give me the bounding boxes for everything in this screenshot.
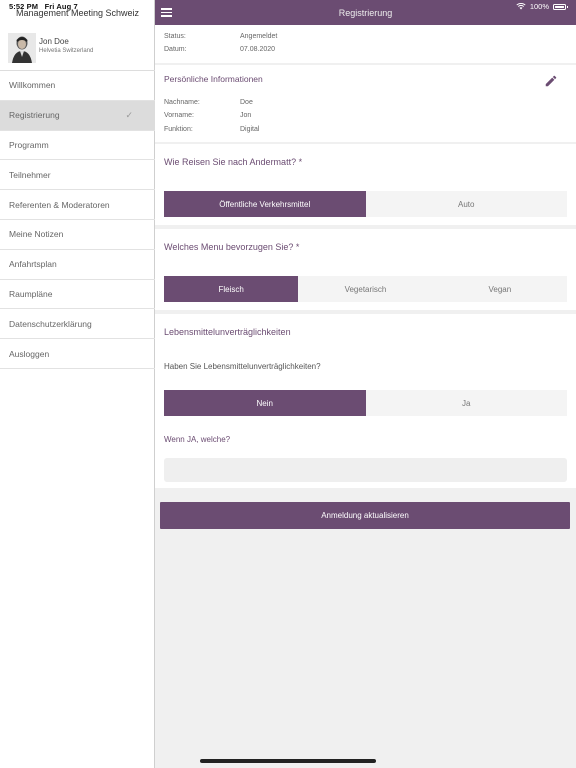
status-label: Status: <box>164 33 186 40</box>
avatar <box>8 33 36 63</box>
allergies-details-input[interactable] <box>164 458 567 482</box>
allergies-followup-label: Wenn JA, welche? <box>164 435 231 444</box>
personal-info-title: Persönliche Informationen <box>164 74 263 84</box>
battery-icon <box>553 3 568 10</box>
status-bar: 5:52 PM Fri Aug 7 100% <box>0 0 576 12</box>
main-content: Status: Angemeldet Datum: 07.08.2020 Per… <box>155 25 576 768</box>
update-registration-button[interactable]: Anmeldung aktualisieren <box>160 502 570 529</box>
menu-question: Welches Menu bevorzugen Sie? * <box>164 242 300 252</box>
travel-card: Wie Reisen Sie nach Andermatt? * Öffentl… <box>155 144 576 225</box>
sidebar-item-willkommen[interactable]: Willkommen <box>0 71 155 101</box>
firstname-label: Vorname: <box>164 112 194 119</box>
lastname-value: Doe <box>240 99 253 106</box>
sidebar-item-programm[interactable]: Programm <box>0 131 155 161</box>
sidebar-item-datenschutz[interactable]: Datenschutzerklärung <box>0 309 155 340</box>
wifi-icon <box>516 3 526 10</box>
menu-card: Welches Menu bevorzugen Sie? * Fleisch V… <box>155 229 576 310</box>
sidebar: Management Meeting Schweiz Jon Doe Helve… <box>0 0 155 768</box>
sidebar-item-teilnehmer[interactable]: Teilnehmer <box>0 160 155 191</box>
allergies-card: Lebensmittelunverträglichkeiten Haben Si… <box>155 314 576 488</box>
edit-pencil-icon[interactable] <box>544 74 558 88</box>
sidebar-item-referenten[interactable]: Referenten & Moderatoren <box>0 190 155 220</box>
profile-organization: Helvetia Switzerland <box>39 48 94 54</box>
travel-question: Wie Reisen Sie nach Andermatt? * <box>164 157 303 167</box>
profile[interactable]: Jon Doe Helvetia Switzerland <box>0 27 155 71</box>
sidebar-item-registrierung[interactable]: Registrierung ✓ <box>0 100 155 131</box>
status-time: 5:52 PM Fri Aug 7 <box>9 2 78 11</box>
function-value: Digital <box>240 126 260 133</box>
sidebar-item-raumplaene[interactable]: Raumpläne <box>0 280 155 310</box>
allergies-title: Lebensmittelunverträglichkeiten <box>164 327 291 337</box>
allergies-option-nein[interactable]: Nein <box>164 390 366 416</box>
firstname-value: Jon <box>240 112 252 119</box>
date-label: Datum: <box>164 46 187 53</box>
allergies-question: Haben Sie Lebensmittelunverträglichkeite… <box>164 362 321 371</box>
lastname-label: Nachname: <box>164 99 200 106</box>
sidebar-item-anfahrtsplan[interactable]: Anfahrtsplan <box>0 250 155 280</box>
date-value: 07.08.2020 <box>240 46 276 53</box>
menu-option-vegetarisch[interactable]: Vegetarisch <box>298 276 432 302</box>
menu-option-vegan[interactable]: Vegan <box>433 276 567 302</box>
menu-segmented-control: Fleisch Vegetarisch Vegan <box>164 276 567 302</box>
allergies-option-ja[interactable]: Ja <box>366 390 568 416</box>
checkmark-icon: ✓ <box>125 109 133 120</box>
status-card: Status: Angemeldet Datum: 07.08.2020 <box>155 25 576 63</box>
sidebar-item-notizen[interactable]: Meine Notizen <box>0 220 155 250</box>
sidebar-nav: Willkommen Registrierung ✓ Programm Teiln… <box>0 71 155 369</box>
menu-option-fleisch[interactable]: Fleisch <box>164 276 299 302</box>
battery-percent: 100% <box>529 2 549 11</box>
function-label: Funktion: <box>164 126 193 133</box>
travel-option-public[interactable]: Öffentliche Verkehrsmittel <box>164 191 366 217</box>
home-indicator <box>200 759 376 763</box>
travel-segmented-control: Öffentliche Verkehrsmittel Auto <box>164 191 567 217</box>
status-value: Angemeldet <box>240 33 278 40</box>
travel-option-auto[interactable]: Auto <box>366 191 568 217</box>
sidebar-item-ausloggen[interactable]: Ausloggen <box>0 339 155 369</box>
personal-info-card: Persönliche Informationen Nachname: Doe … <box>155 65 576 142</box>
profile-name: Jon Doe <box>39 37 69 46</box>
allergies-segmented-control: Nein Ja <box>164 390 567 416</box>
